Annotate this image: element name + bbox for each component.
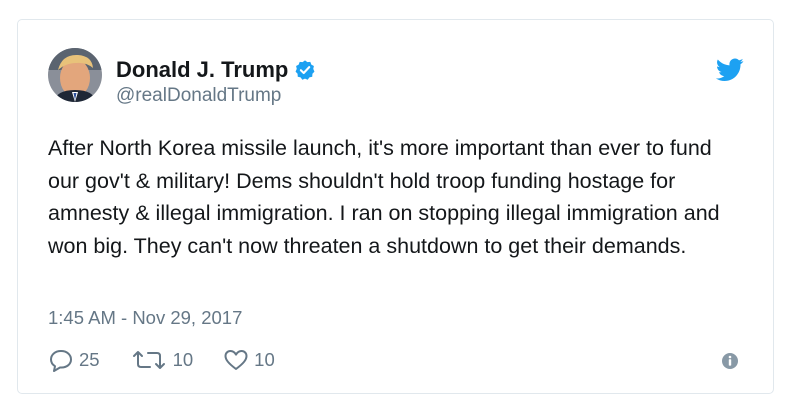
reply-count: 25 xyxy=(79,349,100,370)
retweet-button[interactable]: 10 xyxy=(130,348,194,372)
tweet-timestamp[interactable]: 1:45 AM - Nov 29, 2017 xyxy=(48,307,242,329)
tweet-actions: 25 10 10 xyxy=(48,346,305,374)
reply-button[interactable]: 25 xyxy=(48,348,100,372)
tweet-card: Donald J. Trump @realDonaldTrump After N… xyxy=(17,19,774,394)
avatar-image xyxy=(48,48,102,102)
retweet-count: 10 xyxy=(172,349,194,370)
info-icon[interactable] xyxy=(721,352,739,370)
twitter-bird-icon[interactable] xyxy=(715,58,744,82)
verified-badge-icon xyxy=(294,59,316,81)
tweet-text: After North Korea missile launch, it's m… xyxy=(48,136,720,258)
author-name-row: Donald J. Trump xyxy=(116,56,316,84)
reply-icon xyxy=(48,348,74,372)
retweet-icon xyxy=(130,348,168,372)
avatar[interactable] xyxy=(48,48,102,102)
author-name[interactable]: Donald J. Trump xyxy=(116,57,288,83)
like-button[interactable]: 10 xyxy=(223,348,275,372)
heart-icon xyxy=(223,348,249,372)
author-handle[interactable]: @realDonaldTrump xyxy=(116,85,281,107)
like-count: 10 xyxy=(254,349,275,370)
